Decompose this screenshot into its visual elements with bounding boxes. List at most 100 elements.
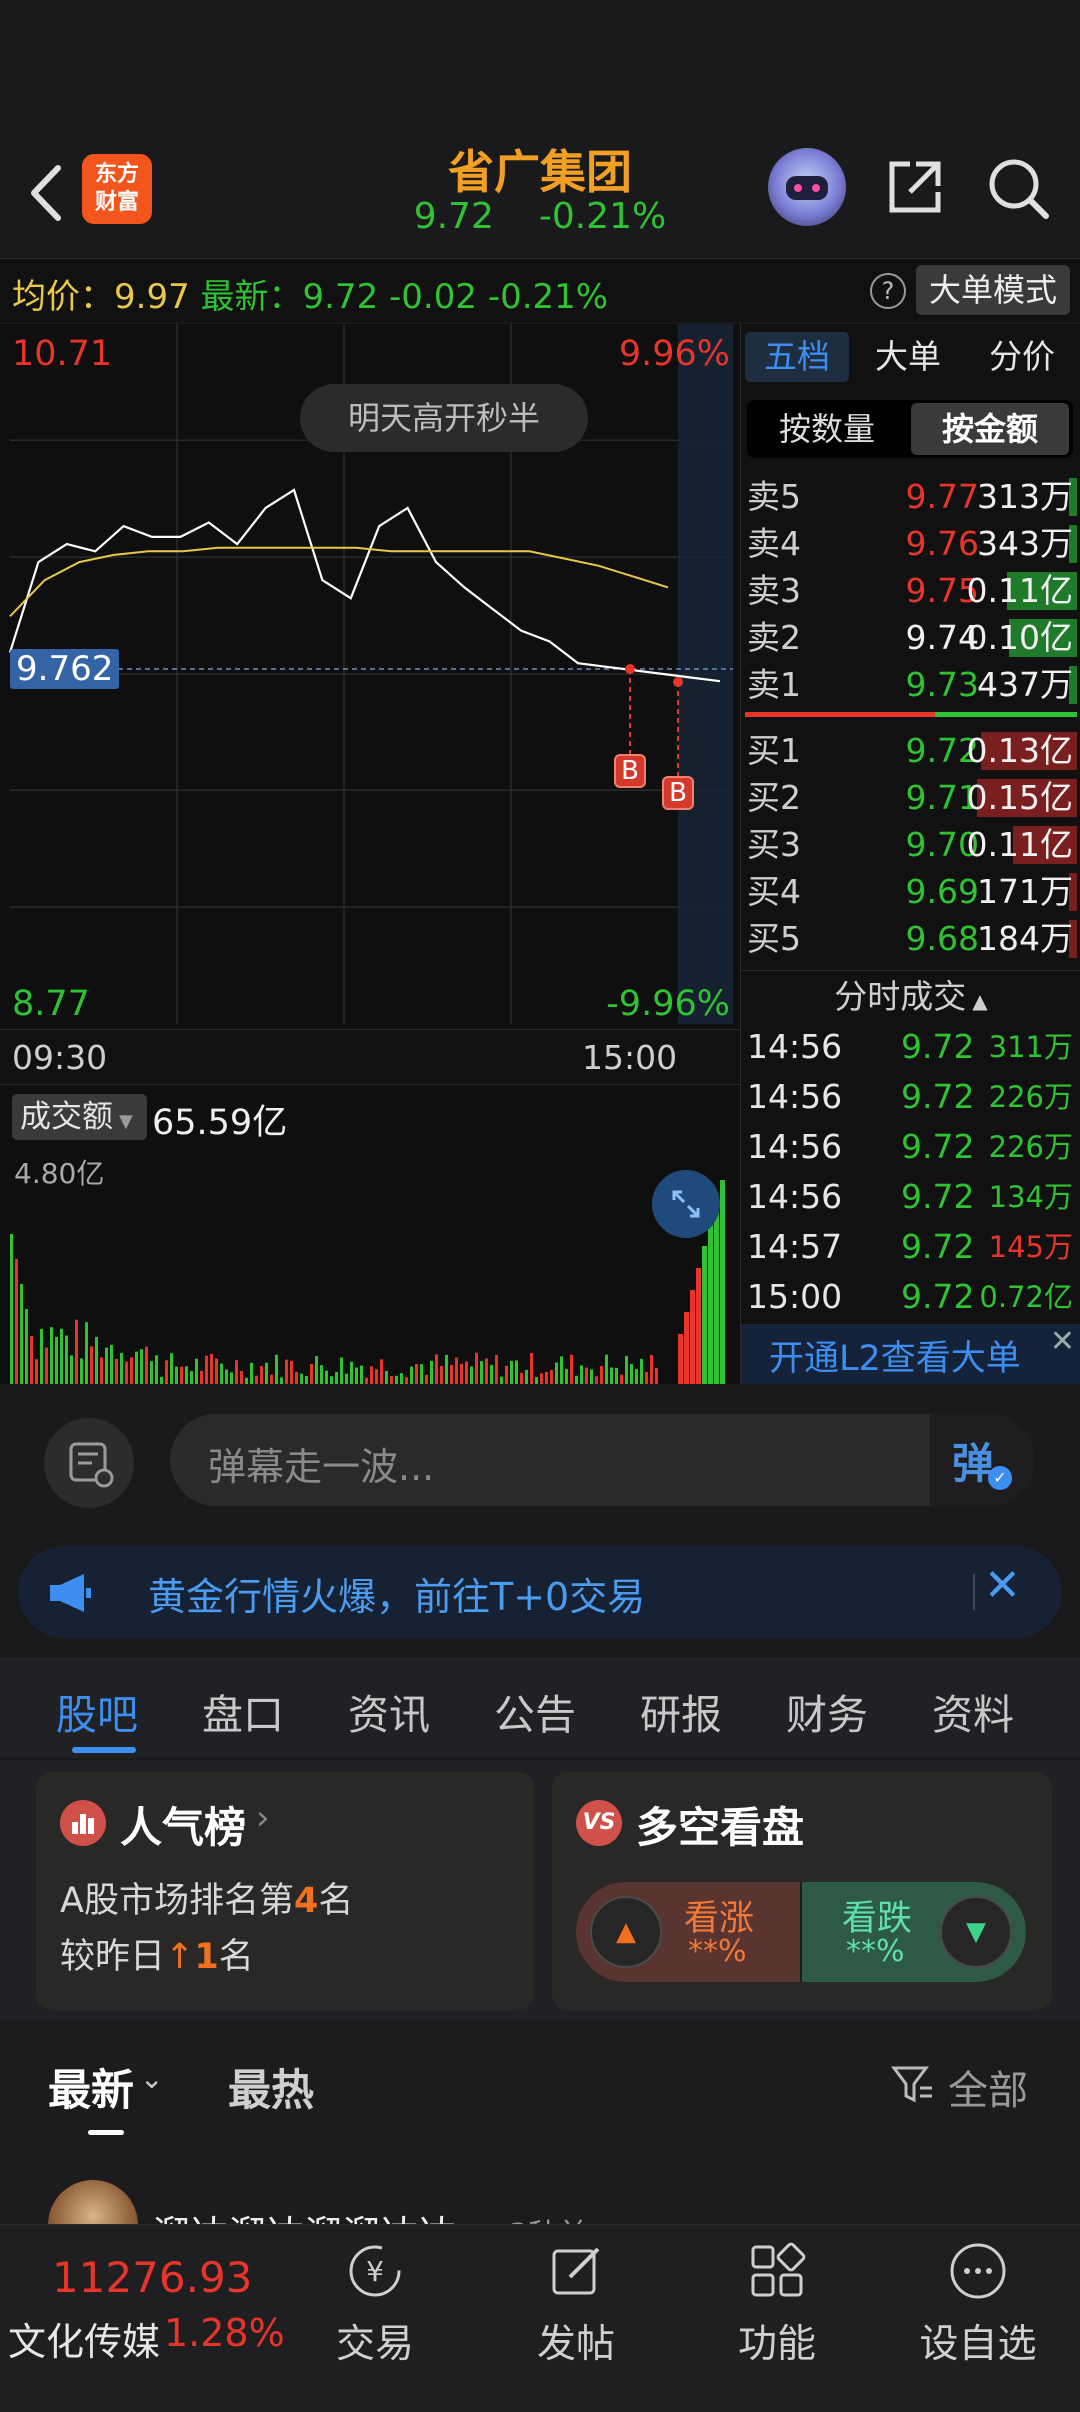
sell-level-2[interactable]: 卖2 9.74 0.10亿 [741,615,1080,661]
volume-bars [10,1180,725,1384]
tick-row: 14:57 9.72 145万 [741,1222,1080,1272]
search-icon[interactable] [984,154,1054,224]
sell-level-3[interactable]: 卖3 9.75 0.11亿 [741,568,1080,614]
nav-add-watchlist[interactable]: 设自选 [908,2239,1048,2369]
volume-bar [525,1369,528,1384]
forecast-banner[interactable]: 明天高开秒半 [300,384,588,452]
intraday-chart[interactable]: 10.71 9.96% 明天高开秒半 9.762 B B 8.77 -9.96%… [0,324,740,1384]
level-label: 买1 [747,731,801,770]
tab-news[interactable]: 资讯 [348,1681,430,1741]
large-order-mode-button[interactable]: 大单模式 [916,265,1070,315]
average-price-line [9,546,669,617]
tab-announcements[interactable]: 公告 [494,1681,576,1741]
volume-bar [325,1370,328,1384]
expand-icon[interactable] [652,1170,720,1238]
volume-bar [625,1355,628,1384]
rank-change-suffix: 名 [218,1937,254,1977]
tick-time: 14:57 [747,1227,843,1266]
buy-level-4[interactable]: 买4 9.69 171万 [741,869,1080,915]
sector-index-name: 文化传媒 [8,2320,161,2364]
time-axis: 09:30 15:00 [0,1029,740,1085]
buy-marker-1[interactable]: B [614,754,646,788]
volume-bar [110,1344,113,1384]
sell-level-5[interactable]: 卖5 9.77 313万 [741,474,1080,520]
tab-large-orders[interactable]: 大单 [853,332,963,382]
popularity-title: 人气榜 [120,1803,247,1852]
sell-level-4[interactable]: 卖4 9.76 343万 [741,521,1080,567]
filter-label[interactable]: 全部 [948,2058,1028,2116]
chevron-down-icon[interactable]: ⌄ [140,2062,163,2095]
tab-five-levels[interactable]: 五档 [745,332,849,382]
tick-row: 14:56 9.72 226万 [741,1072,1080,1122]
arrow-up-icon: ↑ [165,1937,195,1977]
buy-level-3[interactable]: 买3 9.70 0.11亿 [741,822,1080,868]
danmu-send-button[interactable]: 弹 ✓ [930,1414,1034,1506]
robot-assistant-icon[interactable] [768,148,846,226]
volume-bar [315,1356,318,1384]
logo-text-top: 东方 [94,162,139,187]
ticks-header[interactable]: 分时成交 ▲ [741,970,1080,1022]
toggle-by-amount[interactable]: 按金额 [911,403,1069,455]
crosshair-price-tag: 9.762 [10,649,120,689]
tab-profile[interactable]: 资料 [932,1681,1014,1741]
buy-level-5[interactable]: 买5 9.68 184万 [741,916,1080,962]
level-label: 卖2 [747,618,801,657]
volume-bar [215,1358,218,1384]
back-icon[interactable] [22,158,72,228]
header-quote: 9.72 -0.21% [340,196,740,237]
volume-bar [620,1374,623,1384]
sentiment-card[interactable]: VS 多空看盘 ▲ 看涨 **% 看跌 **% ▼ [552,1772,1052,2010]
time-start: 09:30 [12,1038,108,1077]
nav-post[interactable]: 发帖 [506,2239,646,2369]
promo-close-icon[interactable]: ✕ [984,1560,1021,1611]
buy-level-1[interactable]: 买1 9.72 0.13亿 [741,728,1080,774]
promo-banner[interactable]: 黄金行情火爆，前往T+0交易 ✕ [18,1546,1062,1638]
sell-level-1[interactable]: 卖1 9.73 437万 [741,662,1080,708]
post-market-band [678,324,733,1024]
sector-index-widget[interactable]: 11276.93 文化传媒 1.28% [0,2225,300,2412]
bear-half[interactable]: 看跌 **% ▼ [802,1882,1026,1982]
l2-upgrade-banner[interactable]: 开通L2查看大单 ✕ [741,1324,1080,1384]
tick-row: 14:56 9.72 134万 [741,1172,1080,1222]
volume-bar [702,1246,707,1384]
filter-icon[interactable] [890,2062,936,2108]
volume-bar [420,1364,423,1384]
nav-functions[interactable]: 功能 [707,2239,847,2369]
app-logo: 东方 财富 [82,154,152,224]
help-icon[interactable]: ? [870,273,906,309]
latest-label: 最新： [200,277,303,317]
tab-financials[interactable]: 财务 [786,1681,868,1741]
volume-bar [345,1373,348,1384]
danmu-settings-icon[interactable] [44,1418,134,1508]
bull-half[interactable]: ▲ 看涨 **% [576,1882,800,1982]
buy-marker-2[interactable]: B [662,776,694,810]
toggle-by-quantity[interactable]: 按数量 [747,400,907,458]
volume-bar [275,1354,278,1384]
volume-bar [684,1312,689,1384]
dropdown-caret-icon: ▼ [119,1111,133,1132]
rank-change-prefix: 较昨日 [60,1937,166,1977]
buy-level-2[interactable]: 买2 9.71 0.15亿 [741,775,1080,821]
volume-bar [70,1355,73,1384]
tick-price: 9.72 [901,1027,975,1066]
tab-forum[interactable]: 股吧 [56,1681,138,1741]
nav-trade[interactable]: ¥ 交易 [305,2239,445,2369]
share-icon[interactable] [882,154,948,220]
volume-bar [75,1319,78,1384]
danmu-input[interactable]: 弹幕走一波... 弹 ✓ [170,1414,1034,1506]
sort-latest[interactable]: 最新 [48,2056,134,2118]
chart-low-pct: -9.96% [606,984,730,1024]
sort-hot[interactable]: 最热 [228,2056,314,2118]
volume-bar [440,1366,443,1384]
volume-selector[interactable]: 成交额 ▼ [12,1094,147,1140]
tab-research[interactable]: 研报 [640,1681,722,1741]
tab-market[interactable]: 盘口 [202,1681,284,1741]
chart-high-label: 10.71 [12,334,113,374]
volume-bar [510,1360,513,1384]
tab-price-breakdown[interactable]: 分价 [967,332,1077,382]
volume-total: 65.59亿 [152,1103,288,1143]
popularity-card[interactable]: 人气榜 › A股市场排名第4名 较昨日↑1名 [36,1772,534,2010]
close-icon[interactable]: ✕ [1050,1324,1075,1359]
sort-active-indicator [88,2130,124,2135]
ranking-icon [60,1800,106,1846]
